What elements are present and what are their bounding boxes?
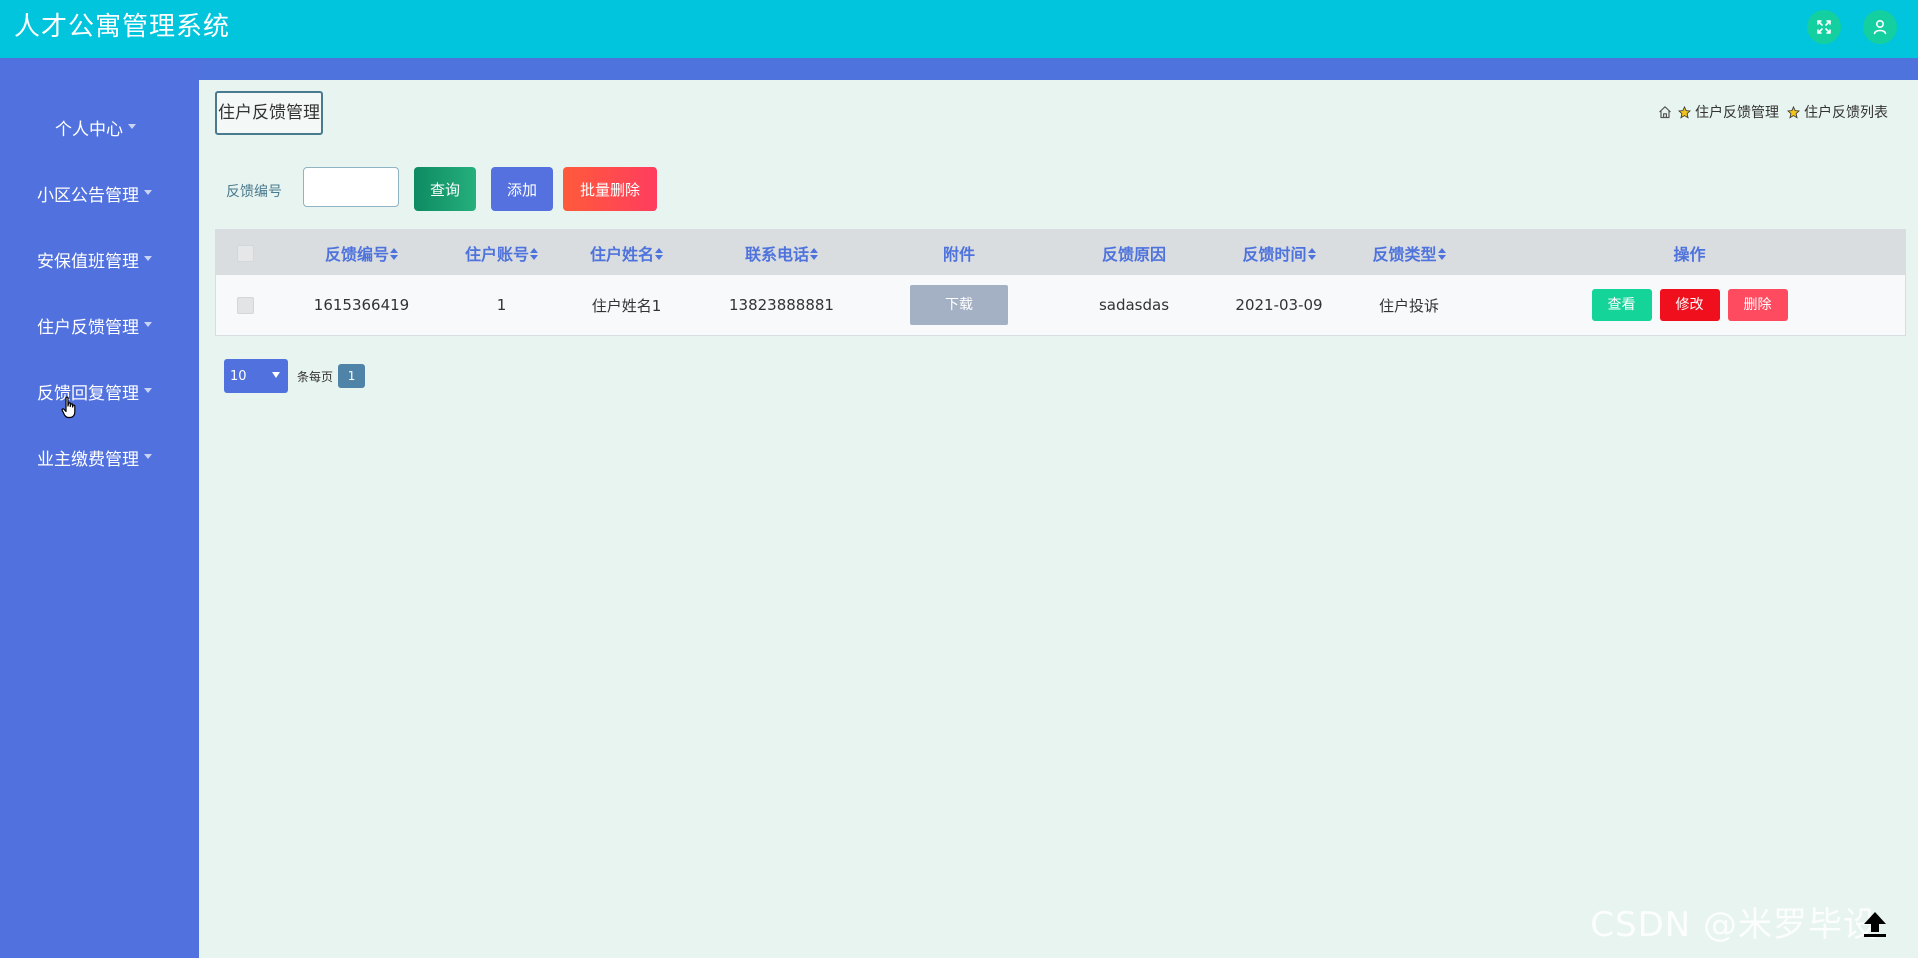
- top-header: 人才公寓管理系统: [0, 0, 1918, 58]
- cell-reason: sadasdas: [1098, 296, 1170, 314]
- table-header-row: 反馈编号 住户账号 住户姓名 联系电话 附件 反馈原因 反馈时间 反馈类型 操作: [216, 230, 1905, 275]
- add-button[interactable]: 添加: [491, 167, 553, 211]
- sort-icon[interactable]: [655, 248, 663, 260]
- column-header-reason: 反馈原因: [1101, 244, 1166, 264]
- cell-actions: 查看 修改 删除: [1474, 275, 1905, 335]
- row-checkbox[interactable]: [236, 297, 254, 314]
- chevron-down-icon: [272, 372, 280, 378]
- sidebar-item-label: 个人中心: [55, 119, 123, 140]
- table-row: 1615366419 1 住户姓名1 13823888881 下载 sadasd…: [216, 275, 1905, 335]
- select-all-checkbox[interactable]: [236, 245, 254, 262]
- back-to-top-icon[interactable]: [1858, 908, 1892, 942]
- chevron-down-icon: [128, 123, 136, 129]
- cell-type: 住户投诉: [1378, 296, 1439, 315]
- sidebar-item-resident-feedback[interactable]: 住户反馈管理: [0, 305, 199, 345]
- fullscreen-icon[interactable]: [1807, 10, 1841, 44]
- column-header-attachment: 附件: [942, 244, 975, 264]
- sidebar-item-owner-payment[interactable]: 业主缴费管理: [0, 437, 199, 477]
- home-icon[interactable]: [1658, 105, 1672, 119]
- chevron-down-icon: [144, 321, 152, 327]
- app-title: 人才公寓管理系统: [14, 12, 231, 42]
- sort-icon[interactable]: [810, 248, 818, 260]
- cell-name: 住户姓名1: [591, 296, 662, 315]
- download-button[interactable]: 下载: [910, 285, 1008, 325]
- sidebar: 个人中心 小区公告管理 安保值班管理 住户反馈管理 反馈回复管理 业主缴费管理: [0, 58, 199, 958]
- query-button[interactable]: 查询: [414, 167, 476, 211]
- pagination: 10 条每页 1: [224, 359, 366, 393]
- cell-time: 2021-03-09: [1235, 296, 1323, 314]
- main-content: 住户反馈管理 住户反馈管理 住户反馈列表 反馈编号 查询 添加 批量删除 反馈编…: [199, 80, 1918, 958]
- breadcrumb-item[interactable]: 住户反馈列表: [1787, 102, 1888, 122]
- edit-button[interactable]: 修改: [1659, 289, 1720, 321]
- batch-delete-button[interactable]: 批量删除: [563, 167, 657, 211]
- select-all-header: [216, 230, 274, 275]
- cell-account: 1: [496, 296, 507, 314]
- column-header-feedback-id[interactable]: 反馈编号: [274, 230, 449, 275]
- breadcrumb-item[interactable]: 住户反馈管理: [1678, 102, 1779, 122]
- column-header-time[interactable]: 反馈时间: [1214, 230, 1344, 275]
- star-icon: [1787, 105, 1800, 119]
- sidebar-item-community-notice[interactable]: 小区公告管理: [0, 173, 199, 213]
- hand-cursor-icon: [61, 396, 79, 424]
- star-icon: [1678, 105, 1691, 119]
- cell-attachment: 下载: [864, 275, 1054, 335]
- sort-icon[interactable]: [390, 248, 398, 260]
- sidebar-item-label: 反馈回复管理: [37, 383, 139, 404]
- cell-feedback-id: 1615366419: [313, 296, 410, 314]
- column-header-phone[interactable]: 联系电话: [699, 230, 864, 275]
- page-size-select[interactable]: 10: [224, 359, 288, 393]
- sidebar-item-label: 安保值班管理: [37, 251, 139, 272]
- user-icon[interactable]: [1863, 10, 1897, 44]
- breadcrumb: 住户反馈管理 住户反馈列表: [1658, 102, 1888, 122]
- per-page-label: 条每页: [297, 369, 334, 384]
- sidebar-item-personal-center[interactable]: 个人中心: [0, 107, 199, 147]
- sidebar-item-feedback-reply[interactable]: 反馈回复管理: [0, 371, 199, 411]
- sidebar-item-label: 业主缴费管理: [37, 449, 139, 470]
- watermark: CSDN @米罗毕设: [1590, 905, 1878, 945]
- chevron-down-icon: [144, 255, 152, 261]
- feedback-table: 反馈编号 住户账号 住户姓名 联系电话 附件 反馈原因 反馈时间 反馈类型 操作: [215, 229, 1906, 336]
- column-header-account[interactable]: 住户账号: [449, 230, 554, 275]
- cell-phone: 13823888881: [729, 296, 834, 314]
- sidebar-item-label: 小区公告管理: [37, 185, 139, 206]
- column-header-type[interactable]: 反馈类型: [1344, 230, 1474, 275]
- delete-button[interactable]: 删除: [1727, 289, 1788, 321]
- search-label: 反馈编号: [226, 184, 282, 200]
- sort-icon[interactable]: [1307, 248, 1316, 260]
- app: 人才公寓管理系统 个人中心 小区公告管理 安保值班管理 住户反馈管理 反馈回复管…: [0, 0, 1918, 958]
- chevron-down-icon: [144, 453, 152, 459]
- sidebar-item-label: 住户反馈管理: [37, 317, 139, 338]
- sort-icon[interactable]: [1437, 248, 1446, 260]
- page-number-current[interactable]: 1: [338, 364, 366, 388]
- view-button[interactable]: 查看: [1591, 289, 1652, 321]
- feedback-id-input[interactable]: [303, 167, 399, 207]
- page-tag[interactable]: 住户反馈管理: [215, 91, 323, 135]
- sort-icon[interactable]: [530, 248, 538, 260]
- chevron-down-icon: [144, 387, 152, 393]
- sidebar-item-security-duty[interactable]: 安保值班管理: [0, 239, 199, 279]
- row-select-cell: [216, 275, 274, 335]
- column-header-actions: 操作: [1673, 244, 1706, 264]
- header-accent-strip: [0, 58, 1918, 80]
- chevron-down-icon: [144, 189, 152, 195]
- column-header-name[interactable]: 住户姓名: [554, 230, 699, 275]
